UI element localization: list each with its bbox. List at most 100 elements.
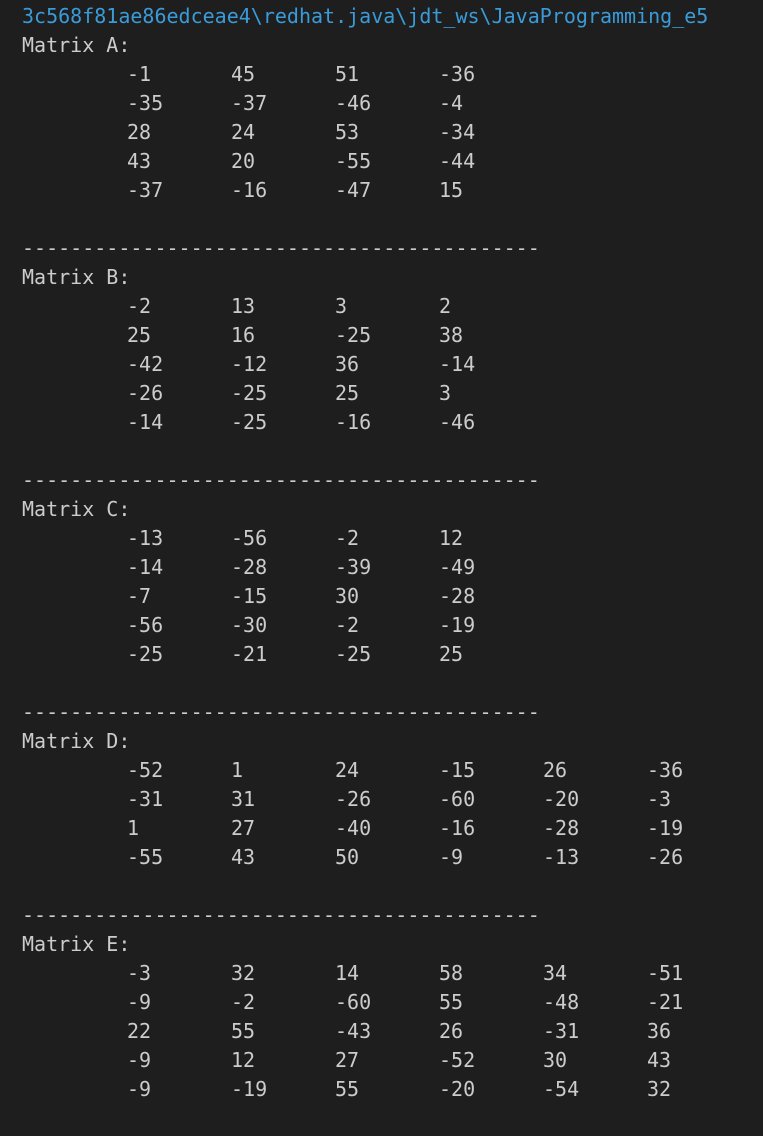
matrix-e-cell: -9 [127,990,152,1014]
matrix-c-cell: -56 [127,613,164,637]
matrix-c-cell: -56 [231,526,268,550]
matrix-c-cell: -2 [335,526,360,550]
matrix-d-cell: -9 [439,845,464,869]
matrix-a-cell: -46 [335,91,372,115]
matrix-a-cell: 51 [335,62,360,86]
matrix-e-cell: 12 [231,1048,256,1072]
working-directory-path: 3c568f81ae86edceae4\redhat.java\jdt_ws\J… [22,4,709,28]
matrix-a-label: Matrix A: [22,33,131,57]
matrix-d-label: Matrix D: [22,729,131,753]
matrix-a-cell: -37 [231,91,268,115]
matrix-d-cell: 50 [335,845,360,869]
matrix-b-cell: -42 [127,352,164,376]
matrix-c-cell: 30 [335,584,360,608]
matrix-b-cell: 25 [335,381,360,405]
separator-1: ----------------------------------------… [22,236,540,260]
separator-4: ----------------------------------------… [22,903,540,927]
matrix-e-cell: 30 [543,1048,568,1072]
matrix-e-cell: 27 [335,1048,360,1072]
matrix-e-cell: -43 [335,1019,372,1043]
matrix-c-cell: -28 [439,584,476,608]
matrix-d-cell: -60 [439,787,476,811]
matrix-d-cell: 1 [127,816,140,840]
matrix-e-cell: -52 [439,1048,476,1072]
matrix-c-cell: 25 [439,642,464,666]
matrix-d-cell: -28 [543,816,580,840]
matrix-a-cell: -34 [439,120,476,144]
matrix-d-cell: 43 [231,845,256,869]
matrix-e-cell: -20 [439,1077,476,1101]
matrix-e-cell: -60 [335,990,372,1014]
matrix-b-cell: 36 [335,352,360,376]
matrix-c-cell: -39 [335,555,372,579]
matrix-b-cell: 13 [231,294,256,318]
matrix-d-cell: -52 [127,758,164,782]
matrix-b-cell: 2 [439,294,452,318]
matrix-e-label: Matrix E: [22,932,131,956]
matrix-d-cell: -40 [335,816,372,840]
matrix-d-cell: -13 [543,845,580,869]
matrix-e-cell: -19 [231,1077,268,1101]
matrix-e-cell: 22 [127,1019,152,1043]
matrix-b-cell: -12 [231,352,268,376]
matrix-a-cell: -37 [127,178,164,202]
matrix-c-cell: -21 [231,642,268,666]
matrix-c-cell: -15 [231,584,268,608]
matrix-a-cell: 20 [231,149,256,173]
matrix-b-cell: 3 [335,294,348,318]
matrix-a-cell: -55 [335,149,372,173]
matrix-d-cell: -16 [439,816,476,840]
matrix-b-cell: -25 [231,410,268,434]
matrix-c-cell: -30 [231,613,268,637]
matrix-a-cell: 28 [127,120,152,144]
matrix-d-cell: -31 [127,787,164,811]
matrix-c-cell: -49 [439,555,476,579]
matrix-e-cell: 32 [231,961,256,985]
matrix-b-cell: -46 [439,410,476,434]
matrix-e-cell: -54 [543,1077,580,1101]
matrix-e-cell: -9 [127,1048,152,1072]
matrix-c-label: Matrix C: [22,497,131,521]
matrix-e-cell: -21 [647,990,684,1014]
matrix-c-cell: -7 [127,584,152,608]
matrix-c-cell: -25 [127,642,164,666]
matrix-b-cell: -26 [127,381,164,405]
matrix-a-cell: -35 [127,91,164,115]
matrix-e-cell: -51 [647,961,684,985]
matrix-b-cell: -25 [335,323,372,347]
matrix-e-cell: 14 [335,961,360,985]
separator-2: ----------------------------------------… [22,468,540,492]
matrix-b-cell: -16 [335,410,372,434]
matrix-e-cell: 58 [439,961,464,985]
matrix-c-cell: -19 [439,613,476,637]
matrix-d-cell: -19 [647,816,684,840]
matrix-a-cell: 45 [231,62,256,86]
matrix-a-cell: -36 [439,62,476,86]
matrix-d-cell: -36 [647,758,684,782]
matrix-a-cell: -4 [439,91,464,115]
matrix-e-cell: 34 [543,961,568,985]
matrix-a-cell: 53 [335,120,360,144]
matrix-a-cell: 43 [127,149,152,173]
matrix-e-cell: -3 [127,961,152,985]
matrix-d-cell: -15 [439,758,476,782]
matrix-e-cell: -2 [231,990,256,1014]
matrix-c-cell: -14 [127,555,164,579]
matrix-a-cell: -47 [335,178,372,202]
matrix-d-cell: -26 [335,787,372,811]
matrix-c-cell: -28 [231,555,268,579]
matrix-c-cell: 12 [439,526,464,550]
matrix-b-cell: 3 [439,381,452,405]
matrix-d-cell: -20 [543,787,580,811]
matrix-b-cell: 16 [231,323,256,347]
matrix-b-label: Matrix B: [22,265,131,289]
matrix-a-cell: 15 [439,178,464,202]
matrix-e-cell: 55 [439,990,464,1014]
matrix-e-cell: -9 [127,1077,152,1101]
matrix-b-cell: -25 [231,381,268,405]
matrix-a-cell: 24 [231,120,256,144]
matrix-b-cell: -2 [127,294,152,318]
matrix-e-cell: 55 [335,1077,360,1101]
matrix-d-cell: -3 [647,787,672,811]
matrix-e-cell: 36 [647,1019,672,1043]
